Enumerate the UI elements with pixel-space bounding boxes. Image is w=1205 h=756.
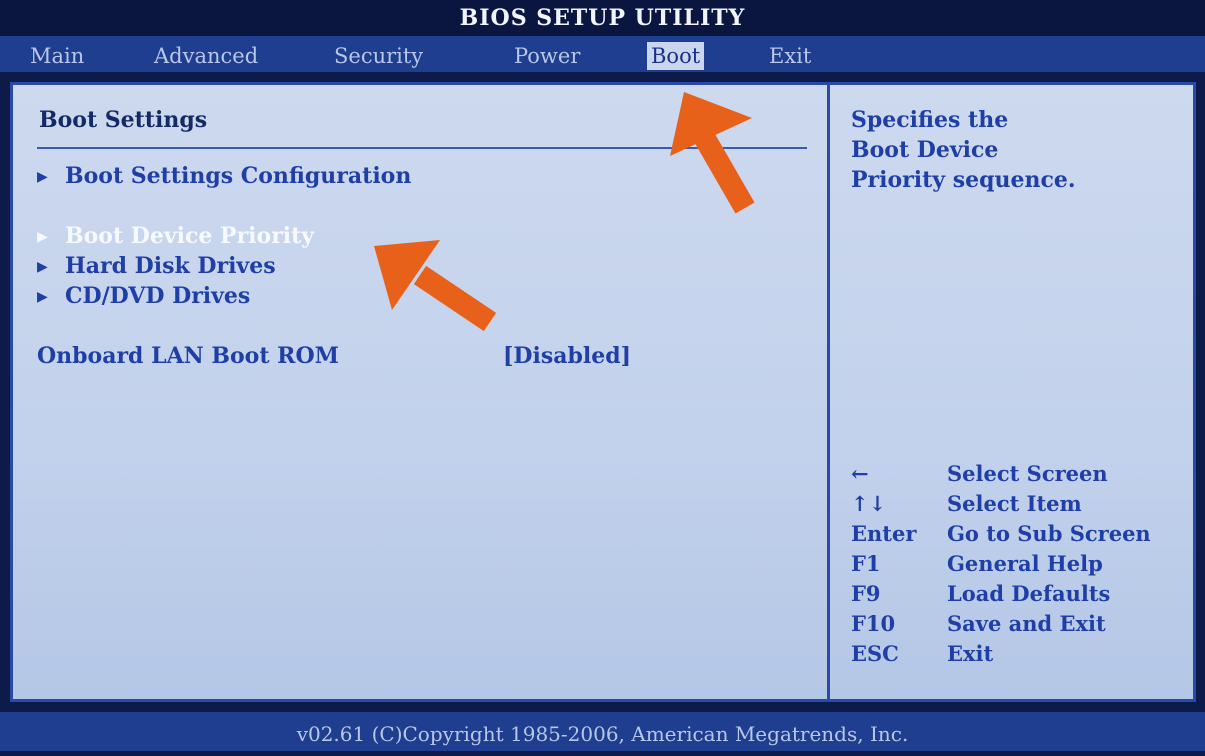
key-legend: ← Select Screen ↑↓ Select Item Enter Go to … <box>851 459 1191 669</box>
boot-settings-configuration-item[interactable]: ▶ Boot Settings Configuration <box>37 163 411 189</box>
item-label: CD/DVD Drives <box>65 283 251 309</box>
submenu-arrow-icon: ▶ <box>37 169 48 185</box>
f10-key: F10 <box>851 611 896 636</box>
key-description: Load Defaults <box>947 581 1111 606</box>
tab-boot[interactable]: Boot <box>647 42 705 70</box>
boot-device-priority-item[interactable]: ▶ Boot Device Priority <box>37 223 314 249</box>
item-label: Hard Disk Drives <box>65 253 276 279</box>
help-line: Priority sequence. <box>851 167 1076 193</box>
panel-divider <box>827 85 830 699</box>
key-description: Exit <box>947 641 994 666</box>
onboard-lan-boot-rom-label: Onboard LAN Boot ROM <box>37 343 339 369</box>
key-legend-row: F9 Load Defaults <box>851 579 1191 609</box>
key-legend-row: Enter Go to Sub Screen <box>851 519 1191 549</box>
help-line: Specifies the <box>851 107 1009 133</box>
item-label: Boot Settings Configuration <box>65 163 412 189</box>
heading-rule <box>37 147 807 149</box>
submenu-arrow-icon: ▶ <box>37 289 48 305</box>
submenu-arrow-icon: ▶ <box>37 229 48 245</box>
copyright-footer: v02.61 (C)Copyright 1985-2006, American … <box>0 712 1205 751</box>
menu-bar: Main Advanced Security Power Boot Exit <box>0 36 1205 72</box>
up-down-arrow-key: ↑↓ <box>851 491 887 516</box>
help-text: Specifies the Boot Device Priority seque… <box>851 105 1181 195</box>
onboard-lan-boot-rom-value[interactable]: [Disabled] <box>503 343 631 369</box>
submenu-arrow-icon: ▶ <box>37 259 48 275</box>
item-label: Boot Device Priority <box>65 223 315 249</box>
f1-key: F1 <box>851 551 881 576</box>
section-heading: Boot Settings <box>39 107 208 133</box>
key-legend-row: ESC Exit <box>851 639 1191 669</box>
tab-security[interactable]: Security <box>330 42 427 70</box>
enter-key: Enter <box>851 521 917 546</box>
key-description: Select Item <box>947 491 1082 516</box>
tab-power[interactable]: Power <box>510 42 584 70</box>
tab-exit[interactable]: Exit <box>765 42 815 70</box>
key-legend-row: F10 Save and Exit <box>851 609 1191 639</box>
cd-dvd-drives-item[interactable]: ▶ CD/DVD Drives <box>37 283 250 309</box>
key-description: Save and Exit <box>947 611 1106 636</box>
key-legend-row: F1 General Help <box>851 549 1191 579</box>
key-description: General Help <box>947 551 1103 576</box>
key-description: Select Screen <box>947 461 1108 486</box>
key-legend-row: ↑↓ Select Item <box>851 489 1191 519</box>
tab-main[interactable]: Main <box>26 42 88 70</box>
main-panel: Boot Settings ▶ Boot Settings Configurati… <box>10 82 1196 702</box>
esc-key: ESC <box>851 641 899 666</box>
left-arrow-key: ← <box>851 461 869 486</box>
help-line: Boot Device <box>851 137 999 163</box>
key-legend-row: ← Select Screen <box>851 459 1191 489</box>
window-title: BIOS SETUP UTILITY <box>0 0 1205 36</box>
tab-advanced[interactable]: Advanced <box>150 42 262 70</box>
f9-key: F9 <box>851 581 881 606</box>
hard-disk-drives-item[interactable]: ▶ Hard Disk Drives <box>37 253 276 279</box>
key-description: Go to Sub Screen <box>947 521 1151 546</box>
